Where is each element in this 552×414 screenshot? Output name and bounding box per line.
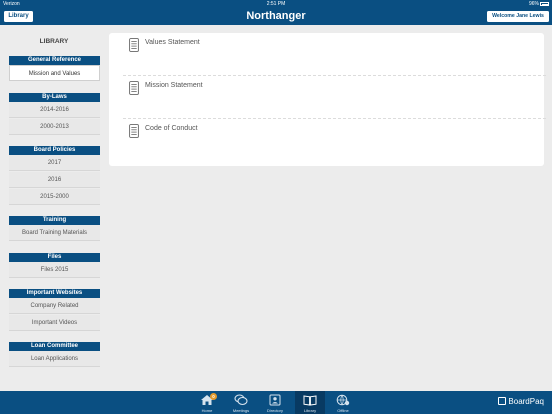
- clock: 2:51 PM: [266, 1, 286, 7]
- section-header-general-reference: General Reference: [9, 56, 100, 65]
- brand-icon: [498, 397, 507, 405]
- document-list: Values Statement Mission Statement Code of…: [109, 33, 546, 166]
- section-header-important-websites: Important Websites: [9, 289, 100, 298]
- section-header-files: Files: [9, 253, 100, 262]
- sidebar-item-2016[interactable]: 2016: [9, 172, 100, 188]
- library-sidebar: LIBRARY General Reference Mission and Val…: [0, 25, 108, 379]
- tab-label: Offline: [337, 408, 349, 413]
- battery-indicator: 96%: [529, 1, 549, 7]
- welcome-user-button[interactable]: Welcome Jane Lewis: [487, 11, 549, 22]
- sidebar-item-files-2015[interactable]: Files 2015: [9, 262, 100, 278]
- document-row-code-of-conduct[interactable]: Code of Conduct: [123, 119, 546, 162]
- tab-label: Directory: [266, 408, 283, 413]
- sidebar-item-2015-2000[interactable]: 2015-2000: [9, 189, 100, 205]
- tab-label: Library: [303, 408, 317, 413]
- section-header-by-laws: By-Laws: [9, 93, 100, 102]
- notification-badge: 0: [210, 393, 217, 400]
- tab-meetings[interactable]: Meetings: [226, 391, 256, 414]
- tab-library[interactable]: Library: [295, 391, 325, 414]
- battery-icon: [540, 2, 549, 6]
- sidebar-item-loan-applications[interactable]: Loan Applications: [9, 351, 100, 367]
- library-heading: LIBRARY: [39, 38, 69, 45]
- sidebar-item-important-videos[interactable]: Important Videos: [9, 315, 100, 331]
- section-header-loan-committee: Loan Committee: [9, 342, 100, 351]
- sidebar-item-company-related[interactable]: Company Related: [9, 298, 100, 314]
- nav-bar: Library Northanger Welcome Jane Lewis: [0, 8, 552, 25]
- sidebar-item-board-training-materials[interactable]: Board Training Materials: [9, 225, 100, 241]
- document-icon: [129, 38, 139, 52]
- sidebar-item-2000-2013[interactable]: 2000-2013: [9, 119, 100, 135]
- document-title: Values Statement: [145, 39, 200, 46]
- status-bar: Verizon 2:51 PM 96%: [0, 0, 552, 8]
- tab-label: Meetings: [232, 408, 250, 413]
- document-icon: [129, 124, 139, 138]
- tab-home[interactable]: 0 Home: [192, 391, 222, 414]
- page-title: Northanger: [246, 10, 306, 22]
- document-title: Mission Statement: [145, 82, 203, 89]
- brand-logo: BoardPaq: [498, 396, 544, 408]
- tab-offline[interactable]: Offline: [328, 391, 358, 414]
- library-button[interactable]: Library: [4, 11, 33, 22]
- sidebar-item-2017[interactable]: 2017: [9, 155, 100, 171]
- document-title: Code of Conduct: [145, 125, 198, 132]
- battery-percent: 96%: [528, 1, 539, 7]
- section-header-board-policies: Board Policies: [9, 146, 100, 155]
- brand-name: BoardPaq: [508, 397, 544, 406]
- document-row-values-statement[interactable]: Values Statement: [123, 33, 546, 76]
- document-icon: [129, 81, 139, 95]
- sidebar-item-2014-2016[interactable]: 2014-2016: [9, 102, 100, 118]
- tab-label: Home: [201, 408, 213, 413]
- document-row-mission-statement[interactable]: Mission Statement: [123, 76, 546, 119]
- sidebar-item-mission-and-values[interactable]: Mission and Values: [9, 65, 100, 81]
- tab-bar: 0 Home Meetings Directory Library Offline: [0, 391, 552, 414]
- tab-directory[interactable]: Directory: [260, 391, 290, 414]
- section-header-training: Training: [9, 216, 100, 225]
